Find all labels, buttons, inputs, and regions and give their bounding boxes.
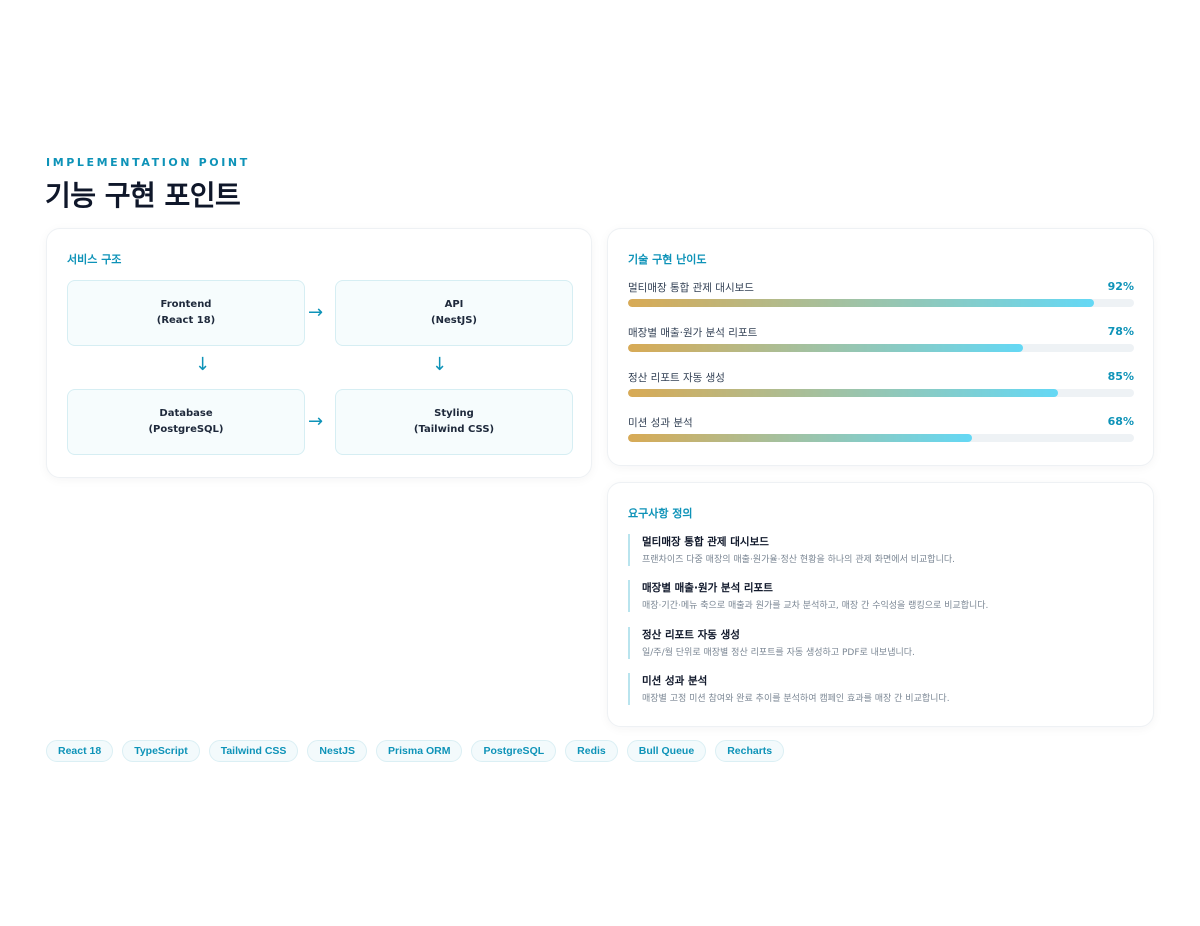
node-name: API <box>444 299 464 310</box>
skill-label: 정산 리포트 자동 생성 <box>628 372 725 384</box>
requirement-title: 멀티매장 통합 관제 대시보드 <box>642 536 769 548</box>
node-database: Database (PostgreSQL) <box>67 389 305 455</box>
requirements-card: 요구사항 정의 멀티매장 통합 관제 대시보드 프랜차이즈 다중 매장의 매출·… <box>607 482 1154 727</box>
tech-stack-tags: React 18 TypeScript Tailwind CSS NestJS … <box>46 740 785 762</box>
skill-row: 정산 리포트 자동 생성 85% <box>628 370 1134 402</box>
skill-percent: 78% <box>1107 325 1134 338</box>
section-eyebrow: IMPLEMENTATION POINT <box>46 156 250 169</box>
requirement-item: 멀티매장 통합 관제 대시보드 프랜차이즈 다중 매장의 매출·원가율·정산 현… <box>628 534 1128 566</box>
requirements-title: 요구사항 정의 <box>628 507 693 520</box>
requirement-desc: 매장별 고정 미션 참여와 완료 추이를 분석하여 캠페인 효과를 매장 간 비… <box>642 694 950 704</box>
skill-percent: 92% <box>1107 280 1134 293</box>
architecture-card: 서비스 구조 Frontend (React 18) API (NestJS) … <box>46 228 592 478</box>
tech-tag: Bull Queue <box>626 740 707 762</box>
skill-percent: 68% <box>1107 415 1134 428</box>
requirement-item: 미션 성과 분석 매장별 고정 미션 참여와 완료 추이를 분석하여 캠페인 효… <box>628 673 1128 705</box>
skill-label: 멀티매장 통합 관제 대시보드 <box>628 282 754 294</box>
architecture-title: 서비스 구조 <box>67 253 122 266</box>
node-detail: (React 18) <box>156 315 216 326</box>
requirement-title: 정산 리포트 자동 생성 <box>642 629 740 641</box>
node-detail: (PostgreSQL) <box>148 424 224 435</box>
skill-row: 미션 성과 분석 68% <box>628 415 1134 447</box>
skill-label: 미션 성과 분석 <box>628 417 693 429</box>
tech-tag: Prisma ORM <box>376 740 463 762</box>
progress-fill <box>628 344 1023 352</box>
arrow-down-icon: ↓ <box>195 354 211 375</box>
skill-label: 매장별 매출·원가 분석 리포트 <box>628 327 758 339</box>
tech-tag: React 18 <box>46 740 114 762</box>
node-detail: (NestJS) <box>431 315 477 326</box>
progress-track <box>628 299 1134 307</box>
tech-tag: Redis <box>565 740 618 762</box>
node-frontend: Frontend (React 18) <box>67 280 305 346</box>
tech-tag: TypeScript <box>122 740 200 762</box>
difficulty-title: 기술 구현 난이도 <box>628 253 707 266</box>
node-api: API (NestJS) <box>335 280 573 346</box>
tech-tag: Tailwind CSS <box>208 740 299 762</box>
requirement-title: 매장별 매출·원가 분석 리포트 <box>642 582 773 594</box>
skill-row: 멀티매장 통합 관제 대시보드 92% <box>628 280 1134 312</box>
arrow-right-icon: → <box>308 411 324 432</box>
requirement-desc: 매장·기간·메뉴 축으로 매출과 원가를 교차 분석하고, 매장 간 수익성을 … <box>642 601 989 611</box>
tech-tag: NestJS <box>307 740 368 762</box>
arrow-down-icon: ↓ <box>432 354 448 375</box>
node-styling: Styling (Tailwind CSS) <box>335 389 573 455</box>
skill-row: 매장별 매출·원가 분석 리포트 78% <box>628 325 1134 357</box>
arrow-right-icon: → <box>308 302 324 323</box>
node-name: Styling <box>434 408 474 419</box>
skill-percent: 85% <box>1107 370 1134 383</box>
progress-fill <box>628 299 1094 307</box>
progress-track <box>628 344 1134 352</box>
tech-tag: PostgreSQL <box>471 740 557 762</box>
requirement-item: 정산 리포트 자동 생성 일/주/월 단위로 매장별 정산 리포트를 자동 생성… <box>628 627 1128 659</box>
progress-track <box>628 434 1134 442</box>
requirement-desc: 일/주/월 단위로 매장별 정산 리포트를 자동 생성하고 PDF로 내보냅니다… <box>642 648 915 658</box>
requirement-title: 미션 성과 분석 <box>642 675 708 687</box>
node-name: Database <box>159 408 213 419</box>
requirement-desc: 프랜차이즈 다중 매장의 매출·원가율·정산 현황을 하나의 관제 화면에서 비… <box>642 555 955 565</box>
progress-fill <box>628 389 1059 397</box>
tech-tag: Recharts <box>715 740 785 762</box>
progress-fill <box>628 434 973 442</box>
page-title: 기능 구현 포인트 <box>45 179 241 212</box>
node-detail: (Tailwind CSS) <box>413 424 495 435</box>
node-name: Frontend <box>160 299 212 310</box>
progress-track <box>628 389 1134 397</box>
requirement-item: 매장별 매출·원가 분석 리포트 매장·기간·메뉴 축으로 매출과 원가를 교차… <box>628 580 1128 612</box>
difficulty-card: 기술 구현 난이도 멀티매장 통합 관제 대시보드 92% 매장별 매출·원가 … <box>607 228 1154 466</box>
